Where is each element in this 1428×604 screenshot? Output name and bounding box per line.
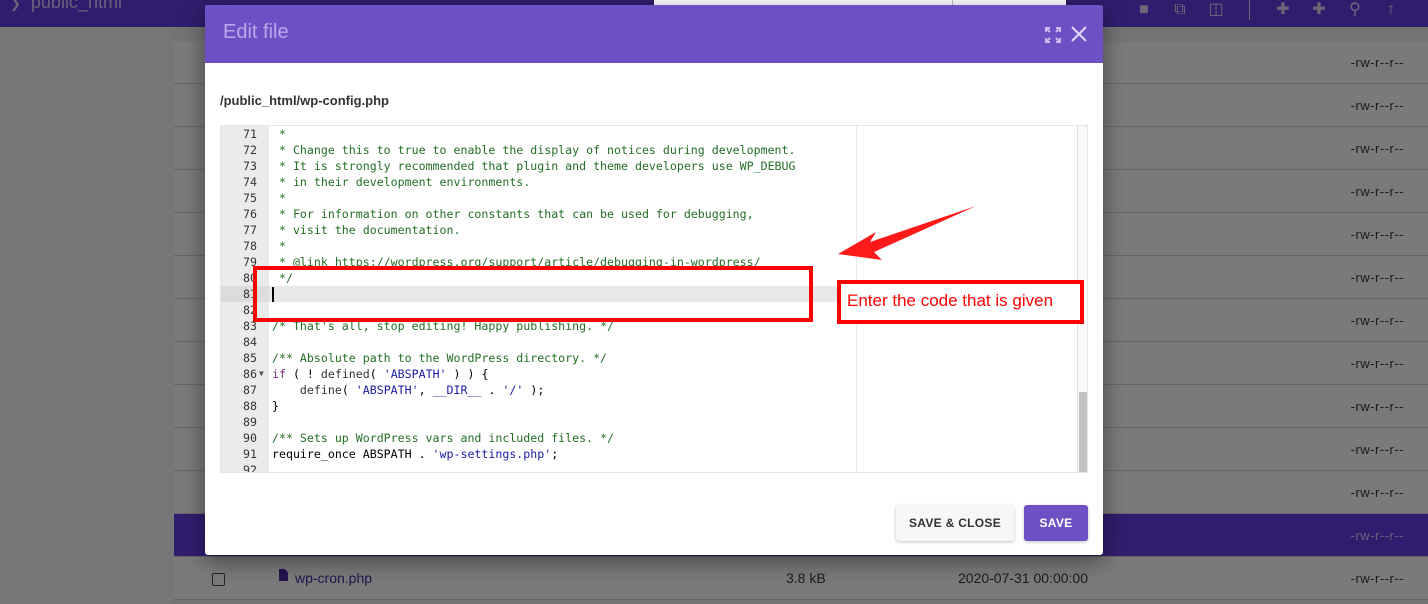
line-text: * visit the documentation. (272, 222, 461, 238)
line-text: * (272, 190, 286, 206)
line-text: * (272, 238, 286, 254)
line-number: 92 (243, 463, 257, 473)
code-token: ( (341, 383, 356, 397)
code-token: } (272, 399, 279, 413)
line-number: 77 (243, 223, 257, 237)
line-text: * It is strongly recommended that plugin… (272, 158, 796, 174)
line-number: 81 (243, 287, 257, 301)
line-number: 71 (243, 127, 257, 141)
code-token: ; (551, 447, 559, 461)
annotation-label: Enter the code that is given (837, 280, 1084, 324)
code-token: __DIR__ (432, 383, 482, 397)
code-line[interactable]: 89 (221, 414, 1087, 430)
line-number: 79 (243, 255, 257, 269)
line-number: 91 (243, 447, 257, 461)
code-token: * in their development environments. (272, 175, 531, 189)
fold-arrow-icon[interactable]: ▼ (259, 366, 264, 382)
code-token: ABSPATH . (355, 447, 433, 461)
line-number: 75 (243, 191, 257, 205)
code-line[interactable]: 84 (221, 334, 1087, 350)
annotation-text: Enter the code that is given (847, 291, 1054, 310)
line-number: 88 (243, 399, 257, 413)
code-token: 'ABSPATH' (355, 383, 419, 397)
line-number: 86 (243, 367, 257, 381)
code-token: * (272, 239, 286, 253)
code-line[interactable]: 86 ▼ if ( ! defined( 'ABSPATH' ) ) { (221, 366, 1087, 382)
code-token: * visit the documentation. (272, 223, 461, 237)
line-number: 90 (243, 431, 257, 445)
save-button[interactable]: SAVE (1024, 505, 1088, 541)
line-number: 89 (243, 415, 257, 429)
modal-title: Edit file (223, 21, 289, 43)
code-line[interactable]: 87 define( 'ABSPATH', __DIR__ . '/' ); (221, 382, 1087, 398)
arrow-icon (838, 206, 976, 260)
line-number: 85 (243, 351, 257, 365)
code-token: . (481, 383, 503, 397)
line-text: require_once ABSPATH . 'wp-settings.php'… (272, 446, 558, 462)
code-token: ); (523, 383, 545, 397)
code-line[interactable]: 88} (221, 398, 1087, 414)
close-icon[interactable] (1069, 24, 1089, 44)
line-text: * (272, 126, 286, 142)
line-text: if ( ! defined( 'ABSPATH' ) ) { (272, 366, 488, 382)
code-token: '/' (502, 383, 524, 397)
code-token: /** Absolute path to the WordPress direc… (272, 351, 608, 365)
expand-icon[interactable] (1045, 27, 1061, 43)
line-number: 80 (243, 271, 257, 285)
code-line[interactable]: 74 * in their development environments. (221, 174, 1087, 190)
line-number: 83 (243, 319, 257, 333)
line-text: * in their development environments. (272, 174, 530, 190)
code-line[interactable]: 92 (221, 462, 1087, 473)
line-text: * Change this to true to enable the disp… (272, 142, 796, 158)
code-token: , (418, 383, 433, 397)
code-token: 'wp-settings.php' (432, 447, 552, 461)
code-token: ( ! (285, 367, 321, 381)
code-token: ) ) { (446, 367, 489, 381)
code-token: ( (369, 367, 384, 381)
code-token: define (299, 383, 342, 397)
modal-header: Edit file (205, 5, 1103, 63)
code-token: /** Sets up WordPress vars and included … (272, 431, 615, 445)
code-line[interactable]: 85 /** Absolute path to the WordPress dir… (221, 350, 1087, 366)
file-path: /public_html/wp-config.php (220, 93, 389, 108)
line-text: /** Absolute path to the WordPress direc… (272, 350, 607, 366)
scrollbar-thumb[interactable] (1079, 392, 1087, 472)
line-text: } (272, 398, 279, 414)
line-number: 72 (243, 143, 257, 157)
code-token: * (272, 191, 286, 205)
highlight-box (253, 266, 813, 322)
line-number: 87 (243, 383, 257, 397)
code-token: if (272, 367, 286, 381)
code-line[interactable]: 91 require_once ABSPATH . 'wp-settings.ph… (221, 446, 1087, 462)
code-token: defined (320, 367, 370, 381)
code-token: * For information on other constants tha… (272, 207, 754, 221)
code-token: require_once (272, 447, 356, 461)
code-token: 'ABSPATH' (383, 367, 447, 381)
line-number: 84 (243, 335, 257, 349)
line-text: /** Sets up WordPress vars and included … (272, 430, 614, 446)
code-line[interactable]: 73 * It is strongly recommended that plu… (221, 158, 1087, 174)
line-number: 76 (243, 207, 257, 221)
code-line[interactable]: 72 * Change this to true to enable the d… (221, 142, 1087, 158)
code-token: * It is strongly recommended that plugin… (272, 159, 796, 173)
line-number: 73 (243, 159, 257, 173)
line-number: 82 (243, 303, 257, 317)
line-text: define( 'ABSPATH', __DIR__ . '/' ); (272, 382, 544, 398)
save-and-close-button[interactable]: SAVE & CLOSE (896, 505, 1014, 541)
code-token: * (272, 127, 286, 141)
code-line[interactable]: 90 /** Sets up WordPress vars and include… (221, 430, 1087, 446)
line-text: * For information on other constants tha… (272, 206, 754, 222)
line-number: 74 (243, 175, 257, 189)
line-number: 78 (243, 239, 257, 253)
code-token: * Change this to true to enable the disp… (272, 143, 796, 157)
code-line[interactable]: 71 * (221, 126, 1087, 142)
